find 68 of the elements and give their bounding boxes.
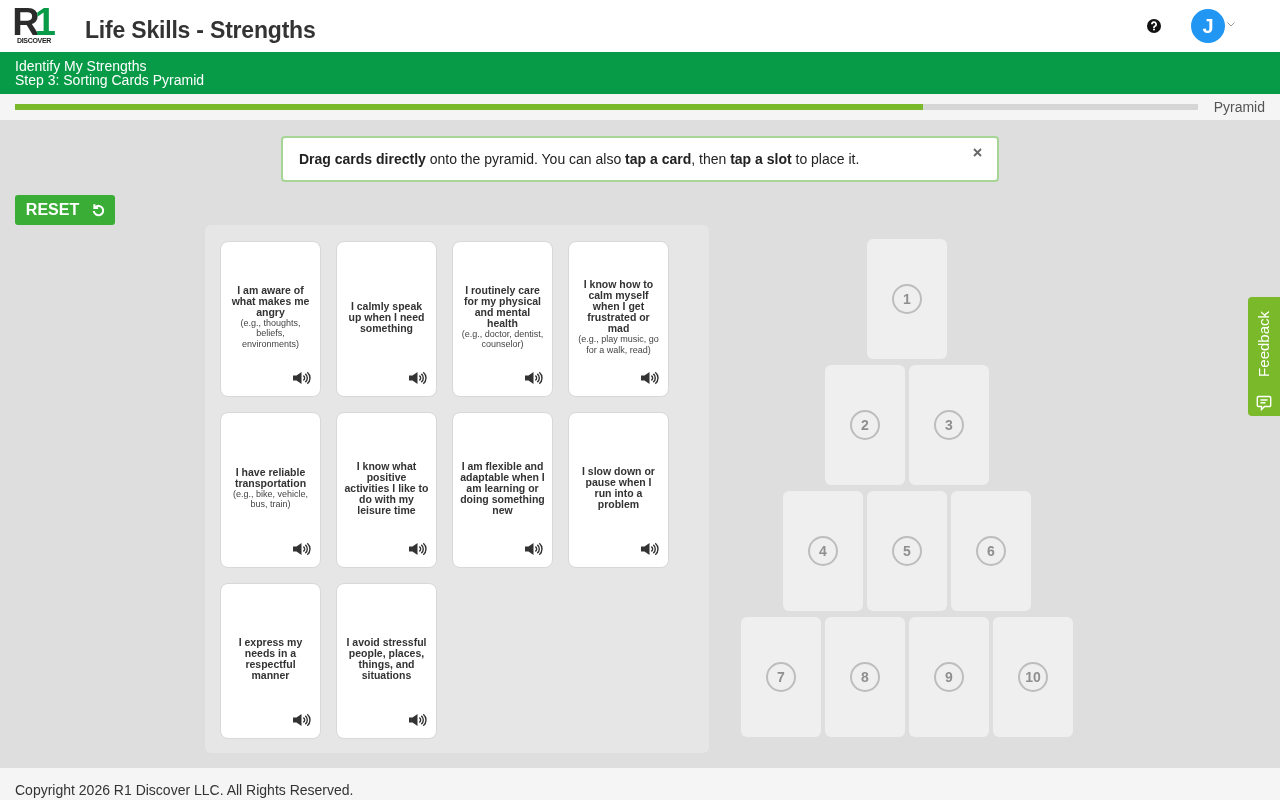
pyramid-slot[interactable]: 5 — [867, 491, 947, 611]
slot-number: 2 — [850, 410, 880, 440]
slot-number: 8 — [850, 662, 880, 692]
chat-icon — [1256, 394, 1272, 412]
card-example: (e.g., bike, vehicle, bus, train) — [231, 488, 309, 510]
speaker-icon[interactable] — [409, 542, 427, 556]
strength-card[interactable]: I know how to calm myself when I get frustrated or mad (e.g., play music, go for a walk, read) — [568, 241, 669, 397]
reset-icon — [91, 202, 107, 218]
slot-number: 10 — [1018, 662, 1048, 692]
strength-card[interactable]: I calmly speak up when I need something — [336, 241, 437, 397]
pyramid-slot[interactable]: 6 — [951, 491, 1031, 611]
pyramid-slot[interactable]: 4 — [783, 491, 863, 611]
strength-card[interactable]: I have reliable transportation (e.g., bike, vehicle, bus, train) — [220, 412, 321, 568]
card-example: (e.g., doctor, dentist, counselor) — [460, 328, 545, 350]
strength-card[interactable]: I know what positive activities I like to do with my leisure time — [336, 412, 437, 568]
card-statement: I calmly speak up when I need something — [347, 300, 426, 334]
page-title: Life Skills - Strengths — [85, 16, 316, 44]
card-statement: I am aware of what makes me angry — [230, 284, 311, 318]
speaker-icon[interactable] — [641, 542, 659, 556]
pyramid-slot[interactable]: 3 — [909, 365, 989, 485]
card-statement: I express my needs in a respectful manner — [237, 637, 304, 681]
card-statement: I have reliable transportation — [233, 466, 308, 489]
progress-label: Pyramid — [1213, 99, 1265, 115]
speaker-icon[interactable] — [293, 713, 311, 727]
caret-icon[interactable] — [1227, 22, 1235, 27]
activity-title: Identify My Strengths — [15, 59, 147, 73]
speaker-icon[interactable] — [293, 371, 311, 385]
slot-number: 3 — [934, 410, 964, 440]
feedback-tab[interactable]: Feedback — [1248, 297, 1280, 416]
strength-card[interactable]: I am aware of what makes me angry (e.g., thoughts, beliefs, environments) — [220, 241, 321, 397]
step-title: Step 3: Sorting Cards Pyramid — [15, 73, 205, 87]
close-icon[interactable] — [973, 148, 982, 157]
reset-button[interactable]: RESET — [15, 195, 115, 225]
slot-number: 7 — [766, 662, 796, 692]
slot-number: 6 — [976, 536, 1006, 566]
instruction-text: Drag cards directly onto the pyramid. You can also tap a card, then tap a slot to place it. — [299, 151, 861, 167]
card-example: (e.g., thoughts, beliefs, environments) — [239, 317, 302, 350]
pyramid-slot[interactable]: 1 — [867, 239, 947, 359]
card-statement: I know how to calm myself when I get frustrated or mad — [582, 279, 655, 334]
help-icon[interactable] — [1147, 19, 1161, 33]
card-statement: I know what positive activities I like to do with my leisure time — [344, 460, 429, 516]
speaker-icon[interactable] — [409, 713, 427, 727]
speaker-icon[interactable] — [641, 371, 659, 385]
strength-card[interactable]: I express my needs in a respectful manner — [220, 583, 321, 739]
slot-number: 4 — [808, 536, 838, 566]
strength-card[interactable]: I am flexible and adaptable when I am learning or doing something new — [452, 412, 553, 568]
card-statement: I routinely care for my physical and mental health — [463, 284, 542, 329]
speaker-icon[interactable] — [525, 542, 543, 556]
pyramid-slot[interactable]: 2 — [825, 365, 905, 485]
strength-card[interactable]: I routinely care for my physical and mental health (e.g., doctor, dentist, counselor) — [452, 241, 553, 397]
slot-number: 1 — [892, 284, 922, 314]
card-statement: I slow down or pause when I run into a problem — [581, 466, 656, 510]
slot-number: 5 — [892, 536, 922, 566]
card-statement: I am flexible and adaptable when I am learning or doing something new — [460, 460, 545, 516]
card-statement: I avoid stressful people, places, things, and situations — [345, 637, 428, 681]
slot-number: 9 — [934, 662, 964, 692]
pyramid-slot[interactable]: 7 — [741, 617, 821, 737]
pyramid-slot[interactable]: 9 — [909, 617, 989, 737]
speaker-icon[interactable] — [293, 542, 311, 556]
speaker-icon[interactable] — [409, 371, 427, 385]
strength-card[interactable]: I avoid stressful people, places, things, and situations — [336, 583, 437, 739]
pyramid-slot[interactable]: 8 — [825, 617, 905, 737]
card-example: (e.g., play music, go for a walk, read) — [577, 334, 660, 355]
speaker-icon[interactable] — [525, 371, 543, 385]
strength-card[interactable]: I slow down or pause when I run into a problem — [568, 412, 669, 568]
avatar-button[interactable]: J — [1191, 9, 1225, 43]
pyramid-slot[interactable]: 10 — [993, 617, 1073, 737]
copyright-text: Copyright 2026 R1 Discover LLC. All Rights Reserved. — [15, 782, 354, 798]
